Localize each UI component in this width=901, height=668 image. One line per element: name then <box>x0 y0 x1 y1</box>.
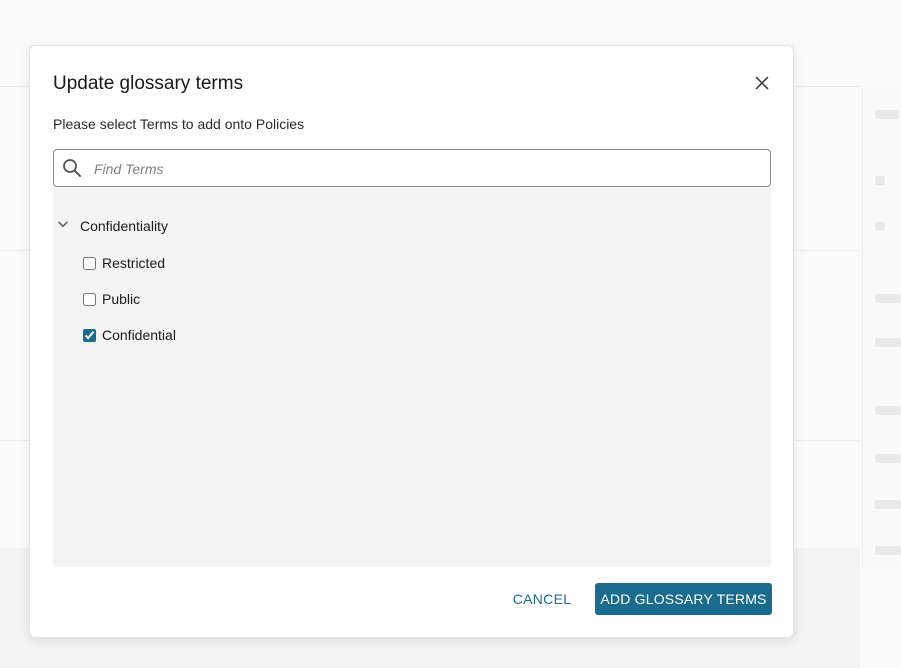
close-icon <box>755 76 769 90</box>
chevron-down-icon <box>58 221 68 227</box>
background-placeholder <box>875 454 901 463</box>
background-placeholder <box>875 500 901 509</box>
search-icon <box>63 159 81 177</box>
search-field[interactable] <box>53 149 771 188</box>
terms-tree: Confidentiality Restricted Public Confid… <box>53 187 771 567</box>
dialog-title: Update glossary terms <box>53 73 244 94</box>
term-item-confidential[interactable]: Confidential <box>83 326 176 344</box>
background-side-panel <box>862 88 901 568</box>
background-placeholder <box>875 110 899 119</box>
category-label: Confidentiality <box>80 218 168 234</box>
search-input[interactable] <box>92 150 756 188</box>
dialog-subtitle: Please select Terms to add onto Policies <box>53 116 305 132</box>
term-item-restricted[interactable]: Restricted <box>83 254 165 272</box>
background-placeholder <box>875 338 901 347</box>
term-checkbox-restricted[interactable] <box>83 256 96 270</box>
term-checkbox-public[interactable] <box>83 292 96 306</box>
background-placeholder <box>875 176 885 185</box>
term-checkbox-confidential[interactable] <box>83 328 96 342</box>
term-label: Confidential <box>102 327 176 343</box>
background-placeholder <box>875 406 901 415</box>
background-placeholder <box>875 294 901 303</box>
close-button[interactable] <box>750 71 774 95</box>
add-glossary-terms-button[interactable]: ADD GLOSSARY TERMS <box>595 583 772 615</box>
term-item-public[interactable]: Public <box>83 290 140 308</box>
glossary-terms-dialog: Update glossary terms Please select Term… <box>29 45 794 638</box>
cancel-button[interactable]: CANCEL <box>507 583 577 614</box>
term-label: Restricted <box>102 255 166 271</box>
background-placeholder <box>875 222 885 231</box>
category-toggle[interactable] <box>56 217 70 231</box>
background-placeholder <box>875 546 901 555</box>
term-label: Public <box>102 291 141 307</box>
